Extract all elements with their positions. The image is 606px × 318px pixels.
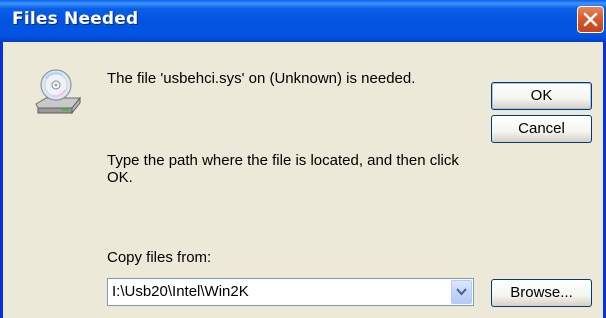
files-needed-dialog: Files Needed The file 'usbehci.sys' on (… [0,0,606,318]
window-title: Files Needed [12,9,139,29]
close-icon [583,12,598,27]
title-bar[interactable]: Files Needed [0,0,606,42]
copy-files-from-value[interactable]: I:\Usb20\Intel\Win2K [112,283,249,300]
copy-files-from-combobox[interactable]: I:\Usb20\Intel\Win2K [107,278,474,306]
file-needed-message: The file 'usbehci.sys' on (Unknown) is n… [107,70,416,87]
close-button[interactable] [577,6,604,33]
ok-button[interactable]: OK [491,82,592,110]
copy-files-from-label: Copy files from: [107,249,212,266]
browse-button[interactable]: Browse... [491,279,592,307]
combobox-dropdown-button[interactable] [451,280,472,304]
cd-drive-icon [32,68,84,120]
instruction-message: Type the path where the file is located,… [107,152,459,186]
chevron-down-icon [456,288,467,296]
cancel-button[interactable]: Cancel [491,115,592,143]
